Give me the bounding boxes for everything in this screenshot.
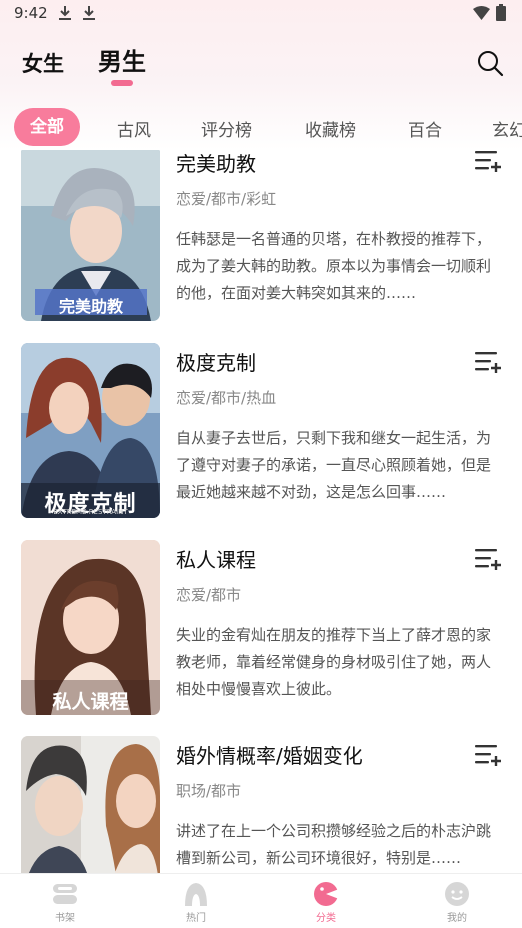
active-tab-indicator <box>111 80 133 86</box>
book-item[interactable]: 婚外情概率/婚姻变化 职场/都市 讲述了在上一个公司积攒够经验之后的朴志沪跳槽到… <box>0 736 522 873</box>
nav-hot[interactable]: 热门 <box>131 874 261 928</box>
category-all[interactable]: 全部 <box>14 108 80 146</box>
tab-male[interactable]: 男生 <box>98 42 146 77</box>
book-tags: 恋爱/都市/热血 <box>176 389 277 407</box>
add-to-shelf-icon[interactable] <box>474 150 502 173</box>
bottom-nav: 书架 热门 分类 我的 <box>0 873 522 928</box>
nav-bookshelf[interactable]: 书架 <box>0 874 130 928</box>
book-title: 私人课程 <box>176 548 256 572</box>
category-icon <box>314 882 339 906</box>
book-tags: 恋爱/都市 <box>176 586 242 604</box>
battery-icon <box>496 4 506 21</box>
profile-icon <box>445 882 469 906</box>
book-description: 任韩瑟是一名普通的贝塔，在朴教授的推荐下，成为了姜大韩的助教。原本以为事情会一切… <box>176 230 492 302</box>
book-title: 极度克制 <box>176 351 256 375</box>
wifi-icon <box>473 6 490 20</box>
book-cover[interactable] <box>21 736 160 873</box>
nav-category[interactable]: 分类 <box>261 874 391 928</box>
book-item[interactable]: 私人课程 私人课程 恋爱/都市 失业的金宥灿在朋友的推荐下当上了薛才恩的家教老师… <box>0 540 522 716</box>
status-bar: 9:42 <box>0 0 522 28</box>
cover-subtitle-text: EXTREME RESTRAINT <box>53 508 128 516</box>
nav-label: 我的 <box>447 913 467 924</box>
nav-label: 分类 <box>316 913 336 924</box>
category-gufeng[interactable]: 古风 <box>117 116 151 141</box>
book-cover[interactable]: 私人课程 <box>21 540 160 715</box>
cover-title-text: 完美助教 <box>58 297 123 316</box>
book-list: 完美助教 完美助教 恋爱/都市/彩虹 任韩瑟是一名普通的贝塔，在朴教授的推荐下，… <box>0 150 522 873</box>
book-item[interactable]: 极度克制 EXTREME RESTRAINT 极度克制 恋爱/都市/热血 自从妻… <box>0 343 522 519</box>
hot-icon <box>185 883 207 906</box>
book-tags: 恋爱/都市/彩虹 <box>176 190 277 208</box>
nav-label: 热门 <box>186 913 206 924</box>
book-cover[interactable]: 极度克制 EXTREME RESTRAINT <box>21 343 160 518</box>
book-title: 完美助教 <box>176 152 256 176</box>
add-to-shelf-icon[interactable] <box>474 547 502 571</box>
book-description: 失业的金宥灿在朋友的推荐下当上了薛才恩的家教老师，靠着经常健身的身材吸引住了她，… <box>176 626 492 698</box>
download-icon <box>59 6 71 20</box>
book-description: 讲述了在上一个公司积攒够经验之后的朴志沪跳槽到新公司，新公司环境很好，特别是…… <box>176 822 492 867</box>
category-baihe[interactable]: 百合 <box>408 116 442 141</box>
download-icon <box>83 6 95 20</box>
category-rating-rank[interactable]: 评分榜 <box>201 116 252 141</box>
tab-female[interactable]: 女生 <box>22 48 64 78</box>
book-title: 婚外情概率/婚姻变化 <box>176 744 363 768</box>
add-to-shelf-icon[interactable] <box>474 350 502 374</box>
nav-profile[interactable]: 我的 <box>392 874 522 928</box>
cover-title-text: 私人课程 <box>52 691 129 713</box>
book-description: 自从妻子去世后，只剩下我和继女一起生活，为了遵守对妻子的承诺，一直尽心照顾着她，… <box>176 429 492 501</box>
book-cover[interactable]: 完美助教 <box>21 150 160 321</box>
category-xuanhuan[interactable]: 玄幻 <box>492 116 522 141</box>
bookshelf-icon <box>53 884 77 904</box>
nav-label: 书架 <box>55 913 75 924</box>
category-favorite-rank[interactable]: 收藏榜 <box>305 116 356 141</box>
category-bar: 全部 古风 评分榜 收藏榜 百合 玄幻 <box>0 106 522 150</box>
add-to-shelf-icon[interactable] <box>474 743 502 767</box>
book-item[interactable]: 完美助教 完美助教 恋爱/都市/彩虹 任韩瑟是一名普通的贝塔，在朴教授的推荐下，… <box>0 150 522 322</box>
search-icon[interactable] <box>476 49 504 77</box>
status-time: 9:42 <box>14 4 48 22</box>
book-tags: 职场/都市 <box>176 782 242 800</box>
